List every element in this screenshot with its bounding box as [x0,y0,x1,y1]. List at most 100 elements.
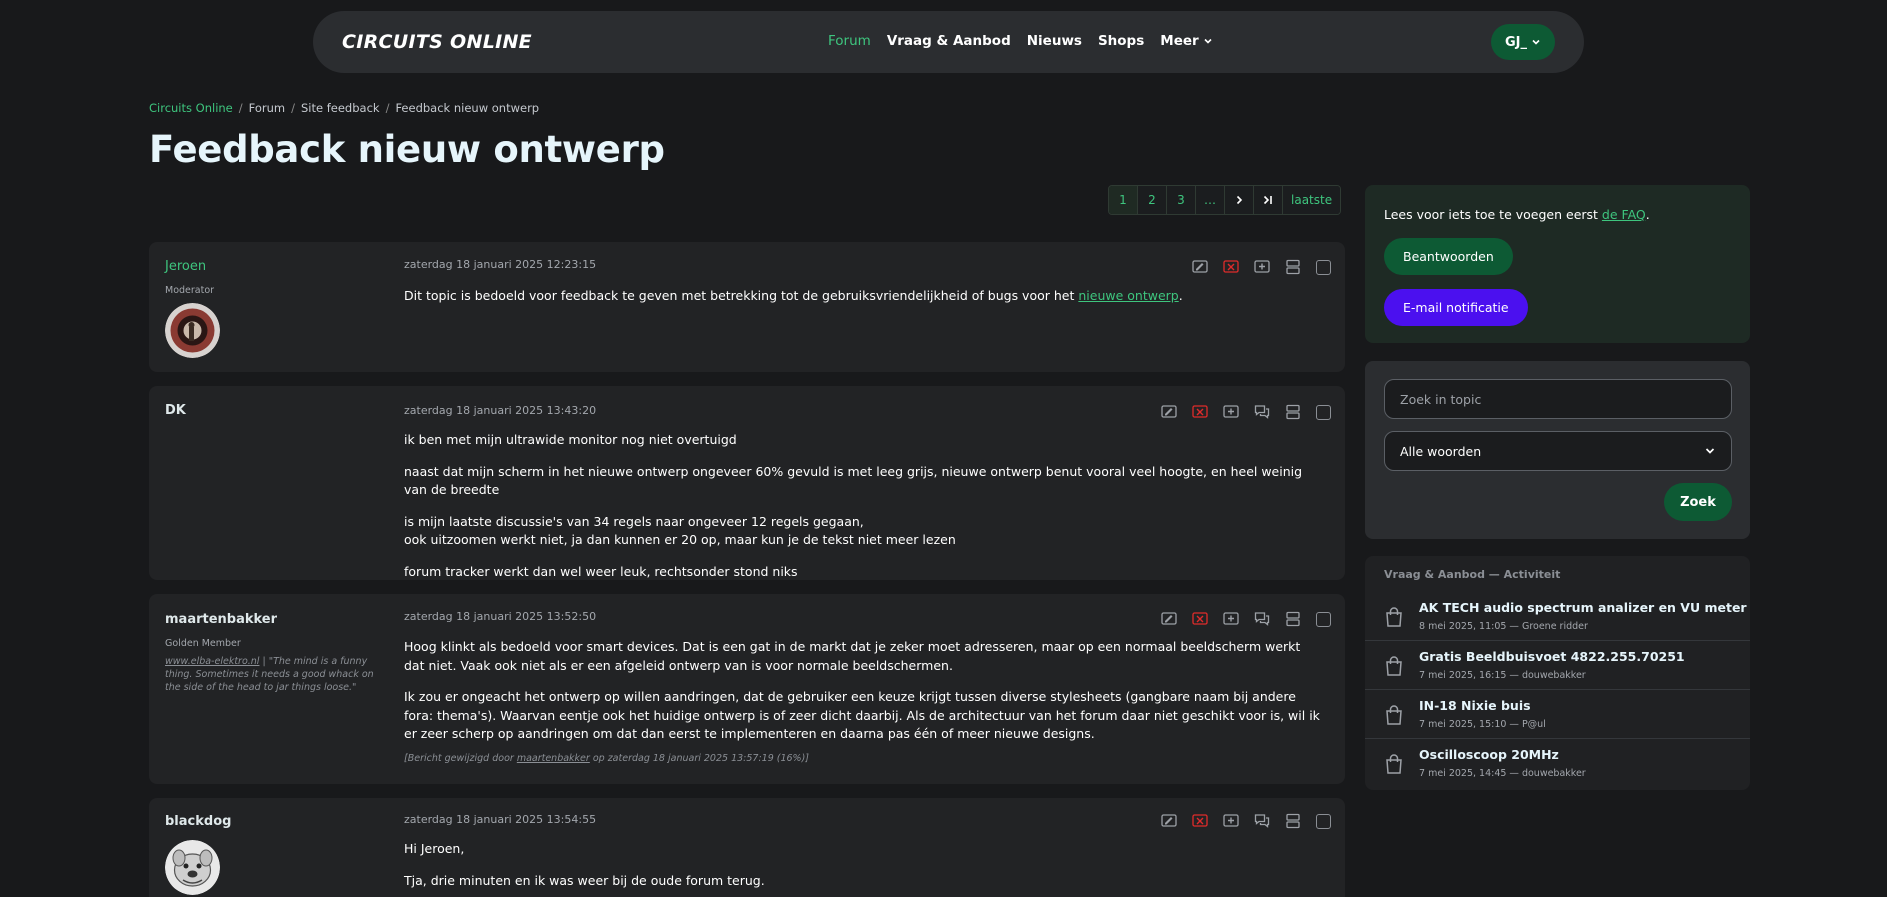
edit-post-button[interactable] [1190,257,1210,277]
edit-icon [1161,612,1177,625]
post-author[interactable]: blackdog [165,814,231,829]
post-body: Dit topic is bedoeld voor feedback te ge… [404,287,1324,319]
user-menu-button[interactable]: GJ_ [1491,24,1555,60]
split-icon [1286,259,1300,275]
split-post-button[interactable] [1283,402,1303,422]
search-button[interactable]: Zoek [1664,483,1732,521]
activity-panel: Vraag & Aanbod — Activiteit AK TECH audi… [1365,556,1750,790]
site-logo[interactable]: CIRCUITS ONLINE [342,31,532,53]
post-3: maartenbakker Golden Member www.elba-ele… [149,594,1345,784]
nav-vraag-aanbod[interactable]: Vraag & Aanbod [887,33,1011,49]
quote-post-button[interactable] [1221,811,1241,831]
next-page-button[interactable] [1225,186,1254,214]
activity-item-meta: 7 mei 2025, 16:15 — douwebakker [1419,670,1586,681]
activity-item-title: Gratis Beeldbuisvoet 4822.255.70251 [1419,649,1685,664]
post-author[interactable]: DK [165,403,186,418]
search-input[interactable] [1384,379,1732,419]
select-post-checkbox[interactable] [1316,611,1331,627]
delete-post-button[interactable] [1221,257,1241,277]
quote-post-button[interactable] [1221,609,1241,629]
add-comment-icon [1254,260,1270,273]
split-post-button[interactable] [1283,257,1303,277]
quote-post-button[interactable] [1221,402,1241,422]
chevron-down-icon [1532,39,1540,45]
activity-item[interactable]: Oscilloscoop 20MHz 7 mei 2025, 14:45 — d… [1365,739,1750,788]
nav-vraag-aanbod-label: Vraag & Aanbod [886,33,1011,49]
delete-post-button[interactable] [1190,402,1210,422]
nav-nieuws-label: Nieuws [1026,33,1082,49]
faq-link[interactable]: de FAQ [1602,207,1646,222]
last-page-button[interactable]: laatste [1283,186,1341,214]
nav-shops[interactable]: Shops [1098,33,1144,49]
split-post-button[interactable] [1283,609,1303,629]
post-author[interactable]: Jeroen [165,259,206,274]
select-post-checkbox[interactable] [1316,404,1331,420]
select-post-checkbox[interactable] [1316,259,1331,275]
nieuwe-ontwerp-link[interactable]: nieuwe ontwerp [1078,288,1178,303]
nav-nieuws[interactable]: Nieuws [1027,33,1082,49]
nav-forum[interactable]: Forum [828,33,871,49]
quote-post-button[interactable] [1252,257,1272,277]
activity-item[interactable]: AK TECH audio spectrum analizer en VU me… [1365,592,1750,641]
activity-item-title: AK TECH audio spectrum analizer en VU me… [1419,600,1747,615]
post-paragraph: ik ben met mijn ultrawide monitor nog ni… [404,432,737,447]
post-author[interactable]: maartenbakker [165,612,277,627]
reply-post-button[interactable] [1252,402,1272,422]
select-post-checkbox[interactable] [1316,813,1331,829]
split-post-button[interactable] [1283,811,1303,831]
delete-icon [1192,405,1208,418]
activity-item-meta: 7 mei 2025, 14:45 — douwebakker [1419,768,1586,779]
delete-post-button[interactable] [1190,609,1210,629]
edit-post-button[interactable] [1159,402,1179,422]
edit-icon [1161,405,1177,418]
search-mode-select[interactable]: Alle woorden [1384,431,1732,471]
end-page-button[interactable] [1254,186,1283,214]
main-nav: Forum Vraag & Aanbod Nieuws Shops Meer [828,33,1229,49]
edit-note-text: op zaterdag 18 januari 2025 13:57:19 (16… [589,752,809,764]
page-title: Feedback nieuw ontwerp [149,128,665,171]
breadcrumb-home[interactable]: Circuits Online [149,101,233,115]
faq-text: . [1645,207,1650,222]
nav-meer-label: Meer [1160,33,1199,49]
chevron-down-icon [1204,38,1212,44]
avatar[interactable] [165,303,220,358]
edit-note-user[interactable]: maartenbakker [517,753,590,764]
post-paragraph: Hi Jeroen, [404,841,465,856]
email-notification-button[interactable]: E-mail notificatie [1384,289,1528,326]
signature-link[interactable]: www.elba-elektro.nl [165,656,259,667]
shopping-bag-icon [1386,656,1402,676]
nav-meer[interactable]: Meer [1160,33,1212,49]
breadcrumb-separator: / [291,101,295,115]
post-text: Dit topic is bedoeld voor feedback te ge… [404,288,1079,303]
breadcrumb-forum[interactable]: Forum [249,101,285,115]
activity-item[interactable]: Gratis Beeldbuisvoet 4822.255.70251 7 me… [1365,641,1750,690]
activity-item[interactable]: IN-18 Nixie buis 7 mei 2025, 15:10 — P@u… [1365,690,1750,739]
topic-search-panel: Alle woorden Zoek [1365,361,1750,539]
post-actions [1148,402,1331,422]
reply-button[interactable]: Beantwoorden [1384,238,1513,275]
post-paragraph: naast dat mijn scherm in het nieuwe ontw… [404,463,1303,498]
breadcrumb-current: Feedback nieuw ontwerp [395,101,540,115]
shopping-bag-icon [1386,705,1402,725]
post-actions [1148,811,1331,831]
post-2: DK zaterdag 18 januari 2025 13:43:20 ik … [149,386,1345,580]
avatar[interactable] [165,840,220,895]
reply-post-button[interactable] [1252,609,1272,629]
breadcrumb-separator: / [238,101,243,115]
post-date: zaterdag 18 januari 2025 13:54:55 [404,813,597,826]
page-1[interactable]: 1 [1109,186,1138,214]
comments-icon [1254,814,1270,828]
reply-post-button[interactable] [1252,811,1272,831]
edit-post-button[interactable] [1159,609,1179,629]
page-2[interactable]: 2 [1138,186,1167,214]
post-actions [1179,257,1331,277]
edit-post-button[interactable] [1159,811,1179,831]
user-name: GJ_ [1504,34,1527,50]
post-author-role: Moderator [165,285,215,296]
breadcrumb-site-feedback[interactable]: Site feedback [301,101,380,115]
edit-note-text: [Bericht gewijzigd door [404,752,517,764]
page-3[interactable]: 3 [1167,186,1196,214]
delete-post-button[interactable] [1190,811,1210,831]
activity-item-title: Oscilloscoop 20MHz [1419,747,1559,762]
chevron-end-icon [1263,195,1272,205]
